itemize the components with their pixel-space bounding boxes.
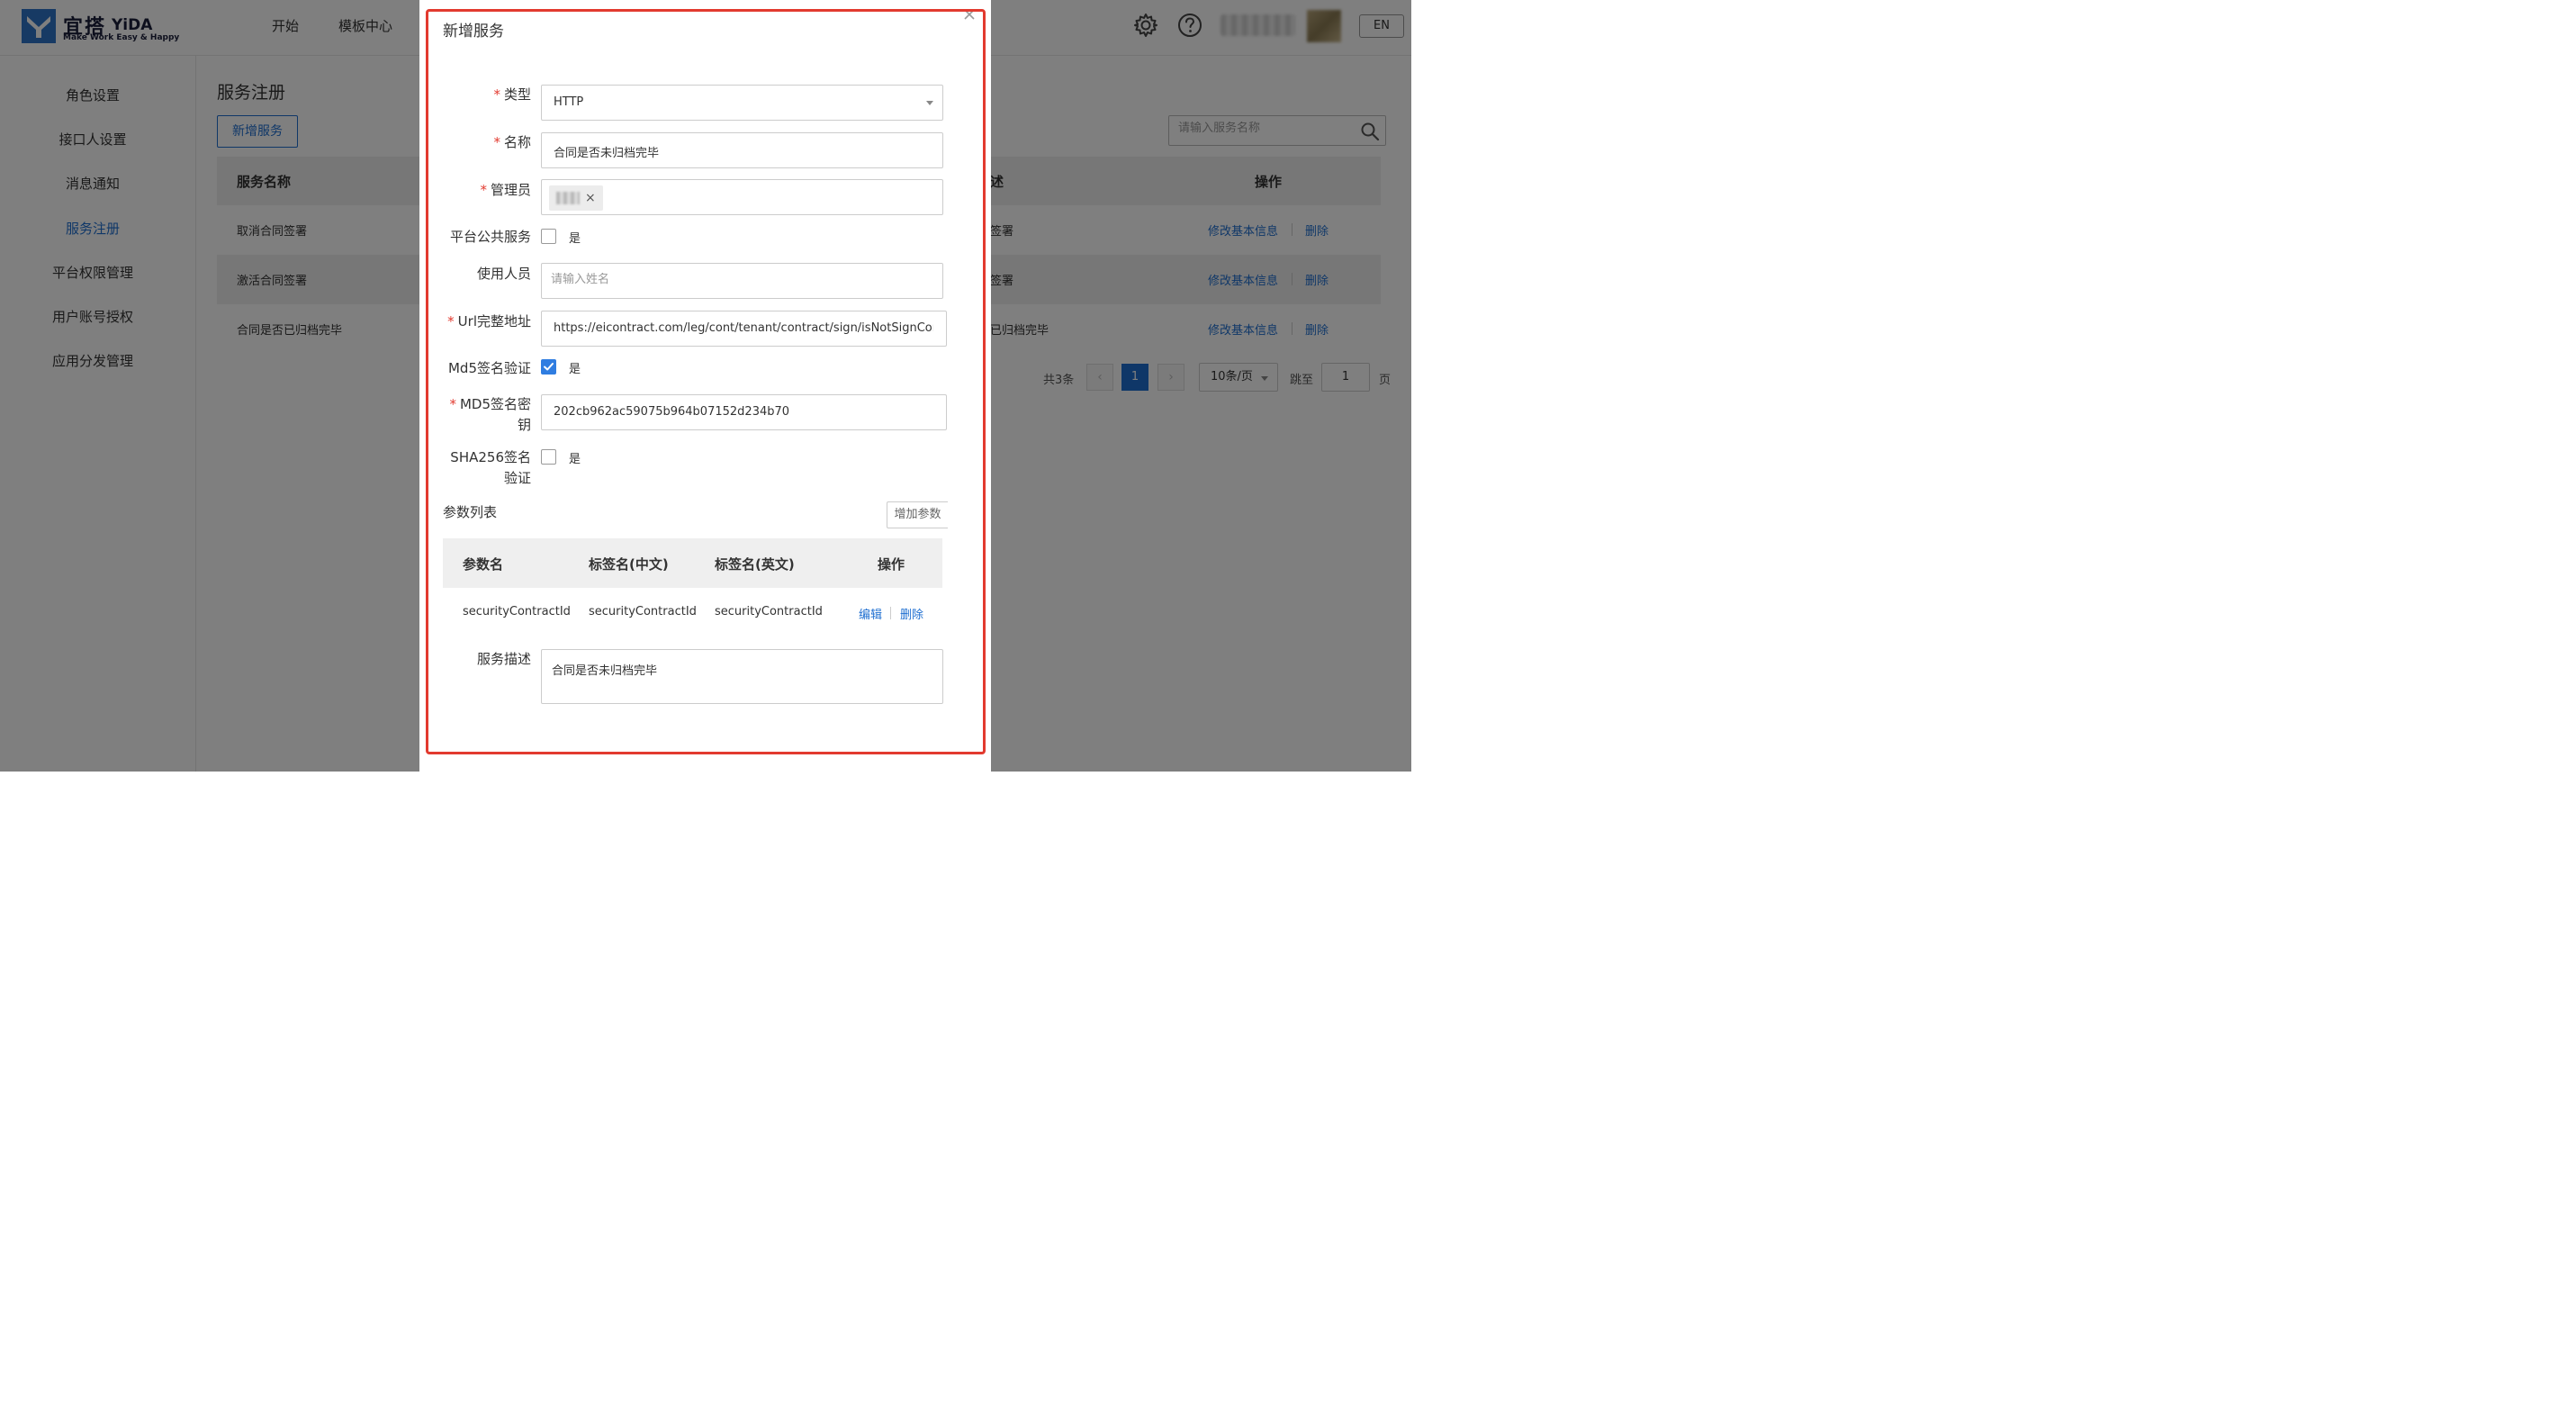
param-label-cn-cell: securityContractId <box>589 605 697 618</box>
params-section-title: 参数列表 <box>443 504 498 520</box>
delete-param-link[interactable]: 删除 <box>900 605 923 622</box>
column-param-name: 参数名 <box>463 556 504 573</box>
name-input[interactable]: 合同是否未归档完毕 <box>541 132 943 168</box>
required-mark: * <box>447 313 455 329</box>
users-field[interactable] <box>541 263 943 299</box>
sha256-option: 是 <box>569 453 581 466</box>
required-mark: * <box>493 134 500 150</box>
add-param-button[interactable]: 增加参数 <box>887 501 948 528</box>
public-service-option: 是 <box>569 232 581 246</box>
users-label: 使用人员 <box>476 266 531 282</box>
checkmark-icon <box>544 363 554 371</box>
md5-verify-label: Md5签名验证 <box>447 360 531 376</box>
action-separator <box>890 607 891 619</box>
params-table-header: 参数名 标签名(中文) 标签名(英文) 操作 <box>443 538 942 588</box>
required-mark: * <box>480 182 487 198</box>
url-input[interactable]: https://eicontract.com/leg/cont/tenant/c… <box>541 311 947 347</box>
add-service-dialog: 新增服务 * 类型 HTTP * 名称 合同是否未归档完毕 * 管理员 × 平台公共服… <box>419 0 991 772</box>
name-value: 合同是否未归档完毕 <box>554 147 660 160</box>
required-mark: * <box>493 86 500 103</box>
required-mark: * <box>449 396 456 412</box>
md5-verify-checkbox[interactable] <box>541 359 556 375</box>
param-name-cell: securityContractId <box>463 605 571 618</box>
name-label: * 名称 <box>493 134 531 150</box>
column-label-en: 标签名(英文) <box>715 556 795 573</box>
type-value: HTTP <box>554 95 584 109</box>
public-service-label: 平台公共服务 <box>449 229 531 245</box>
md5-verify-option: 是 <box>569 363 581 376</box>
public-service-checkbox[interactable] <box>541 229 556 244</box>
edit-param-link[interactable]: 编辑 <box>859 605 882 622</box>
admin-name-blurred <box>556 192 580 204</box>
column-param-actions: 操作 <box>878 556 905 573</box>
sha256-label: SHA256签名 验证 <box>450 449 531 486</box>
sha256-checkbox[interactable] <box>541 449 556 465</box>
md5-key-value: 202cb962ac59075b964b07152d234b70 <box>554 405 790 419</box>
param-label-en-cell: securityContractId <box>715 605 823 618</box>
chevron-down-icon <box>926 101 933 105</box>
description-label: 服务描述 <box>476 651 531 667</box>
users-input[interactable] <box>551 273 929 286</box>
column-label-cn: 标签名(中文) <box>589 556 669 573</box>
admin-label: * 管理员 <box>480 182 531 198</box>
url-value: https://eicontract.com/leg/cont/tenant/c… <box>554 321 933 335</box>
url-label: * Url完整地址 <box>447 313 531 329</box>
type-select[interactable]: HTTP <box>541 85 943 121</box>
type-label: * 类型 <box>493 86 531 103</box>
description-textarea[interactable]: 合同是否未归档完毕 <box>541 649 943 704</box>
description-value: 合同是否未归档完毕 <box>552 664 658 678</box>
admin-picker[interactable]: × <box>541 179 943 215</box>
dialog-title: 新增服务 <box>443 23 504 41</box>
md5-key-input[interactable]: 202cb962ac59075b964b07152d234b70 <box>541 394 947 430</box>
remove-tag-icon[interactable]: × <box>585 185 596 211</box>
md5-key-label: * MD5签名密钥 <box>449 396 531 433</box>
admin-tag: × <box>549 185 603 211</box>
close-icon[interactable] <box>962 7 977 22</box>
